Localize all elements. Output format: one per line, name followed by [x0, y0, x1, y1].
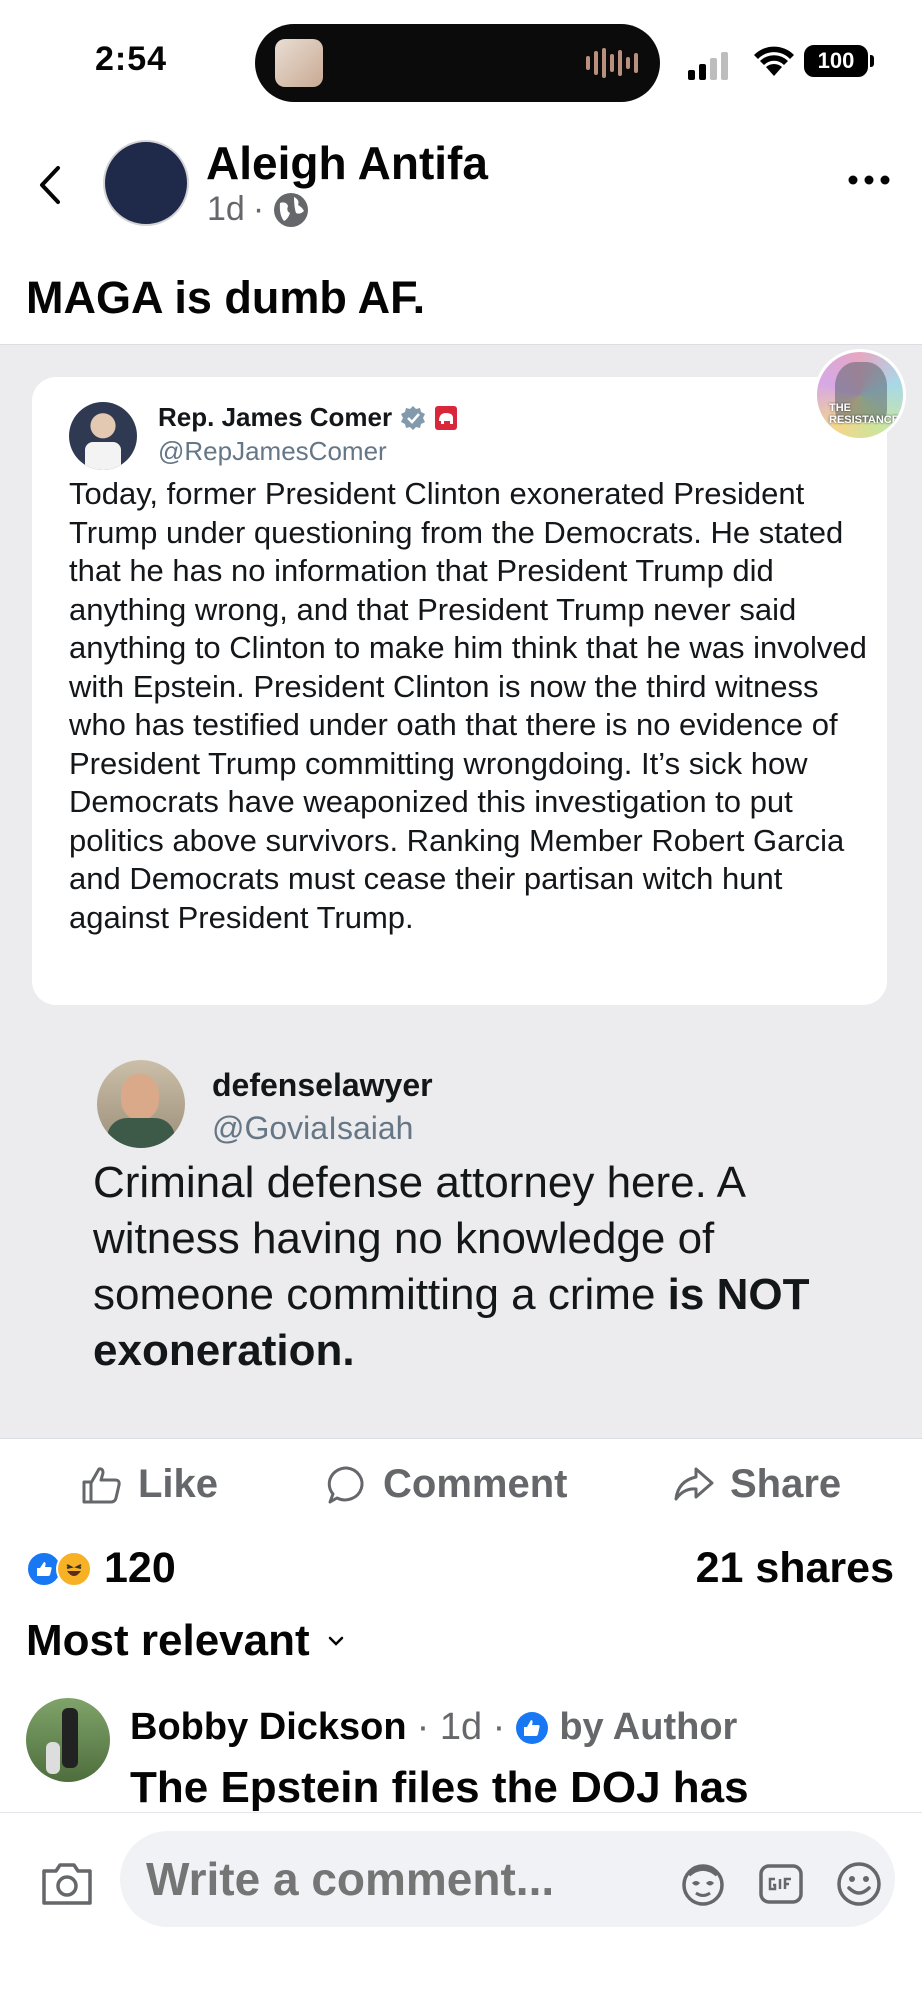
quote-body: Criminal defense attorney here. A witnes…	[93, 1155, 853, 1379]
post-meta: 1d ·	[207, 190, 310, 229]
comment-text: The Epstein files the DOJ has	[130, 1763, 749, 1812]
tweet-handle: @RepJamesComer	[158, 436, 387, 466]
tweet-name-text: Rep. James Comer	[158, 402, 393, 432]
comment-label: Comment	[383, 1462, 568, 1506]
quote-body-text: Criminal defense attorney here. A witnes…	[93, 1158, 744, 1319]
reaction-count: 120	[104, 1544, 176, 1592]
meta-separator: ·	[252, 190, 265, 228]
more-options-icon[interactable]	[846, 170, 892, 190]
resistance-watermark: THE RESISTANCE	[814, 349, 906, 441]
dynamic-island[interactable]	[255, 24, 660, 102]
comment-header: Bobby Dickson · 1d · by Author	[130, 1706, 737, 1749]
share-label: Share	[730, 1462, 842, 1506]
emoji-icon[interactable]	[834, 1859, 884, 1909]
like-button[interactable]: Like	[80, 1462, 218, 1507]
tweet-card: Rep. James Comer @RepJamesComer Today, f…	[32, 377, 887, 1005]
post-age[interactable]: 1d	[207, 190, 245, 229]
battery-indicator: 100	[804, 45, 868, 77]
audio-waveform-icon	[586, 46, 638, 80]
share-button[interactable]: Share	[672, 1462, 841, 1507]
globe-icon	[274, 192, 309, 227]
comment-avatar[interactable]	[26, 1698, 110, 1782]
author-avatar[interactable]	[103, 140, 189, 226]
thumbs-up-icon	[82, 1466, 121, 1503]
battery-tip	[870, 55, 874, 67]
tweet-avatar	[69, 402, 137, 470]
haha-reaction-icon	[56, 1550, 92, 1587]
author-like-icon	[516, 1711, 549, 1744]
quote-avatar	[97, 1060, 185, 1148]
gif-icon[interactable]	[756, 1859, 806, 1909]
reactions-summary[interactable]: 120	[26, 1544, 176, 1593]
post-text: MAGA is dumb AF.	[26, 272, 426, 323]
comment-bubble-icon	[327, 1465, 364, 1503]
like-label: Like	[138, 1462, 219, 1506]
status-bar: 2:54 100	[0, 0, 922, 120]
tweet-body: Today, former President Clinton exonerat…	[69, 476, 867, 935]
republican-elephant-icon	[435, 405, 458, 430]
comment-author[interactable]: Bobby Dickson	[130, 1706, 407, 1749]
back-arrow-icon[interactable]	[32, 160, 68, 210]
share-arrow-icon	[674, 1467, 714, 1500]
wifi-icon	[754, 46, 794, 76]
comment-button[interactable]: Comment	[325, 1462, 567, 1507]
shared-image[interactable]: Rep. James Comer @RepJamesComer Today, f…	[0, 344, 922, 1439]
tweet-author-name: Rep. James Comer	[158, 402, 458, 433]
chevron-down-icon	[328, 1636, 343, 1646]
by-author-badge: by Author	[559, 1706, 738, 1748]
shares-count[interactable]: 21 shares	[696, 1544, 894, 1593]
resistance-watermark-text: THE RESISTANCE	[829, 402, 900, 426]
quote-handle: @GoviaIsaiah	[212, 1110, 414, 1146]
verified-badge-icon	[401, 405, 426, 430]
quote-author-name: defenselawyer	[212, 1067, 433, 1103]
author-name[interactable]: Aleigh Antifa	[206, 136, 488, 190]
cellular-signal-icon	[688, 52, 728, 80]
now-playing-thumbnail	[275, 39, 323, 87]
avatar-sticker-icon[interactable]	[678, 1859, 728, 1909]
camera-icon[interactable]	[40, 1859, 94, 1907]
comment-meta: · 1d ·	[416, 1706, 506, 1748]
status-time: 2:54	[95, 40, 168, 78]
comment-composer	[0, 1812, 922, 2000]
composer-icons	[678, 1859, 884, 1909]
comment-sort-dropdown[interactable]: Most relevant	[26, 1616, 348, 1666]
sort-label: Most relevant	[26, 1616, 310, 1665]
post-actions: Like Comment Share	[0, 1440, 922, 1530]
